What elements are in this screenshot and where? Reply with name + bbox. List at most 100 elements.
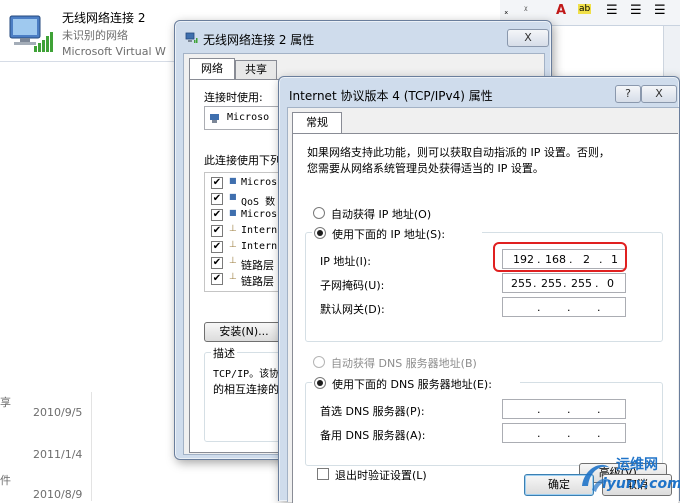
tab-label: 网络: [201, 62, 223, 75]
align-right-icon: ☰: [654, 3, 666, 18]
tab-network[interactable]: 网络: [189, 58, 235, 80]
install-button[interactable]: 安装(N)...: [204, 322, 284, 342]
validate-checkbox[interactable]: [317, 468, 329, 480]
auto-ip-label: 自动获得 IP 地址(O): [331, 208, 432, 221]
mask-dot: .: [533, 277, 537, 290]
ipv4-properties-dialog: Internet 协议版本 4 (TCP/IPv4) 属性 ? X 常规 如果网…: [278, 76, 680, 503]
dialog-client-area: 常规 如果网络支持此功能，则可以获取自动指派的 IP 设置。否则， 您需要从网络…: [287, 107, 679, 503]
mask-dot: .: [595, 277, 599, 290]
auto-dns-label: 自动获得 DNS 服务器地址(B): [331, 357, 477, 370]
intro-text: 如果网络支持此功能，则可以获取自动指派的 IP 设置。否则，: [307, 146, 610, 159]
subnet-mask-field[interactable]: 255 . 255 . 255 . 0: [502, 273, 626, 293]
ip-highlight-annotation: [493, 242, 627, 272]
close-icon: X: [524, 31, 532, 44]
protocol-icon: ⊥: [229, 272, 237, 282]
client-icon: ■: [229, 176, 237, 185]
file-date: 2010/8/9: [33, 488, 83, 501]
manual-ip-option[interactable]: 使用下面的 IP 地址(S):: [312, 226, 482, 242]
checkbox[interactable]: ✔: [211, 225, 223, 237]
item-label: QoS 数: [241, 197, 276, 208]
dns-dot: .: [597, 403, 601, 416]
service-icon: ■: [229, 192, 237, 201]
highlight-icon: ab: [578, 4, 592, 14]
file-date: 2010/9/5: [33, 406, 83, 419]
watermark-logo: 运维网 iyunv.com: [576, 452, 680, 499]
item-label: 链路层: [241, 259, 274, 272]
background-file-list: 享 2010/9/5 2011/1/4 件 2010/8/9: [0, 392, 92, 501]
item-label: Intern: [241, 241, 278, 252]
item-label: Micros: [241, 177, 278, 188]
manual-ip-radio[interactable]: [314, 227, 326, 239]
general-panel: 如果网络支持此功能，则可以获取自动指派的 IP 设置。否则， 您需要从网络系统管…: [292, 133, 678, 503]
window-title: 无线网络连接 2 属性: [203, 33, 315, 47]
tab-label: 常规: [306, 116, 328, 129]
gateway-label: 默认网关(D):: [320, 303, 385, 316]
close-button[interactable]: X: [641, 85, 677, 103]
close-icon: X: [655, 87, 663, 100]
alternate-dns-field[interactable]: . . .: [502, 423, 626, 443]
gateway-dot: .: [597, 301, 601, 314]
mask-octet: 255: [541, 277, 562, 290]
file-label: 享: [0, 396, 11, 409]
adapter-icon: [209, 112, 221, 127]
checkbox[interactable]: ✔: [211, 177, 223, 189]
manual-dns-radio[interactable]: [314, 377, 326, 389]
mask-dot: .: [563, 277, 567, 290]
dns-dot: .: [537, 427, 541, 440]
item-label: Micros: [241, 209, 278, 220]
checkbox[interactable]: ✔: [211, 241, 223, 253]
protocol-icon: ⊥: [229, 256, 237, 266]
gateway-dot: .: [537, 301, 541, 314]
checkbox[interactable]: ✔: [211, 209, 223, 221]
tab-general[interactable]: 常规: [292, 112, 342, 134]
file-date: 2011/1/4: [33, 448, 83, 461]
preferred-dns-label: 首选 DNS 服务器(P):: [320, 405, 425, 418]
file-label: 件: [0, 474, 11, 487]
adapter-name: Microso: [227, 112, 270, 123]
manual-ip-label: 使用下面的 IP 地址(S):: [332, 228, 446, 241]
validate-label: 退出时验证设置(L): [335, 469, 427, 482]
dns-dot: .: [567, 403, 571, 416]
connect-using-label: 连接时使用:: [204, 91, 263, 104]
network-status: 未识别的网络: [62, 29, 128, 42]
service-icon: ■: [229, 208, 237, 217]
mask-octet: 255: [511, 277, 532, 290]
mask-octet: 255: [571, 277, 592, 290]
gateway-dot: .: [567, 301, 571, 314]
checkbox[interactable]: ✔: [211, 193, 223, 205]
auto-ip-radio[interactable]: [313, 207, 325, 219]
item-label: 链路层: [241, 275, 274, 288]
align-left-icon: ☰: [606, 3, 618, 18]
network-adapter: Microsoft Virtual W: [62, 45, 166, 58]
protocol-icon: ⊥: [229, 240, 237, 250]
manual-dns-option[interactable]: 使用下面的 DNS 服务器地址(E):: [312, 376, 520, 392]
intro-text: 您需要从网络系统管理员处获得适当的 IP 设置。: [307, 162, 544, 175]
watermark-text: 运维网: [616, 457, 658, 473]
help-button[interactable]: ?: [615, 85, 641, 103]
checkbox[interactable]: ✔: [211, 257, 223, 269]
superscript-icon: ᵡ: [524, 5, 528, 16]
subscript-icon: ₓ: [504, 6, 509, 17]
subnet-mask-label: 子网掩码(U):: [320, 279, 385, 292]
mask-octet: 0: [607, 277, 614, 290]
network-adapter-icon: [185, 31, 199, 48]
watermark-url: iyunv.com: [602, 476, 680, 492]
description-line: TCP/IP。该协: [213, 369, 280, 380]
auto-dns-radio[interactable]: [313, 356, 325, 368]
preferred-dns-field[interactable]: . . .: [502, 399, 626, 419]
align-center-icon: ☰: [630, 3, 642, 18]
help-icon: ?: [625, 87, 631, 100]
dialog-title: Internet 协议版本 4 (TCP/IPv4) 属性: [289, 89, 493, 103]
close-button[interactable]: X: [507, 29, 549, 47]
wireless-network-icon: [8, 14, 54, 54]
protocol-icon: ⊥: [229, 224, 237, 234]
dns-dot: .: [567, 427, 571, 440]
item-label: Intern: [241, 225, 278, 236]
tab-sharing[interactable]: 共享: [235, 60, 277, 80]
description-line: 的相互连接的: [213, 383, 279, 396]
manual-dns-label: 使用下面的 DNS 服务器地址(E):: [332, 378, 492, 391]
gateway-field[interactable]: . . .: [502, 297, 626, 317]
items-label: 此连接使用下列: [204, 154, 281, 167]
checkbox[interactable]: ✔: [211, 273, 223, 285]
description-title: 描述: [211, 345, 237, 361]
